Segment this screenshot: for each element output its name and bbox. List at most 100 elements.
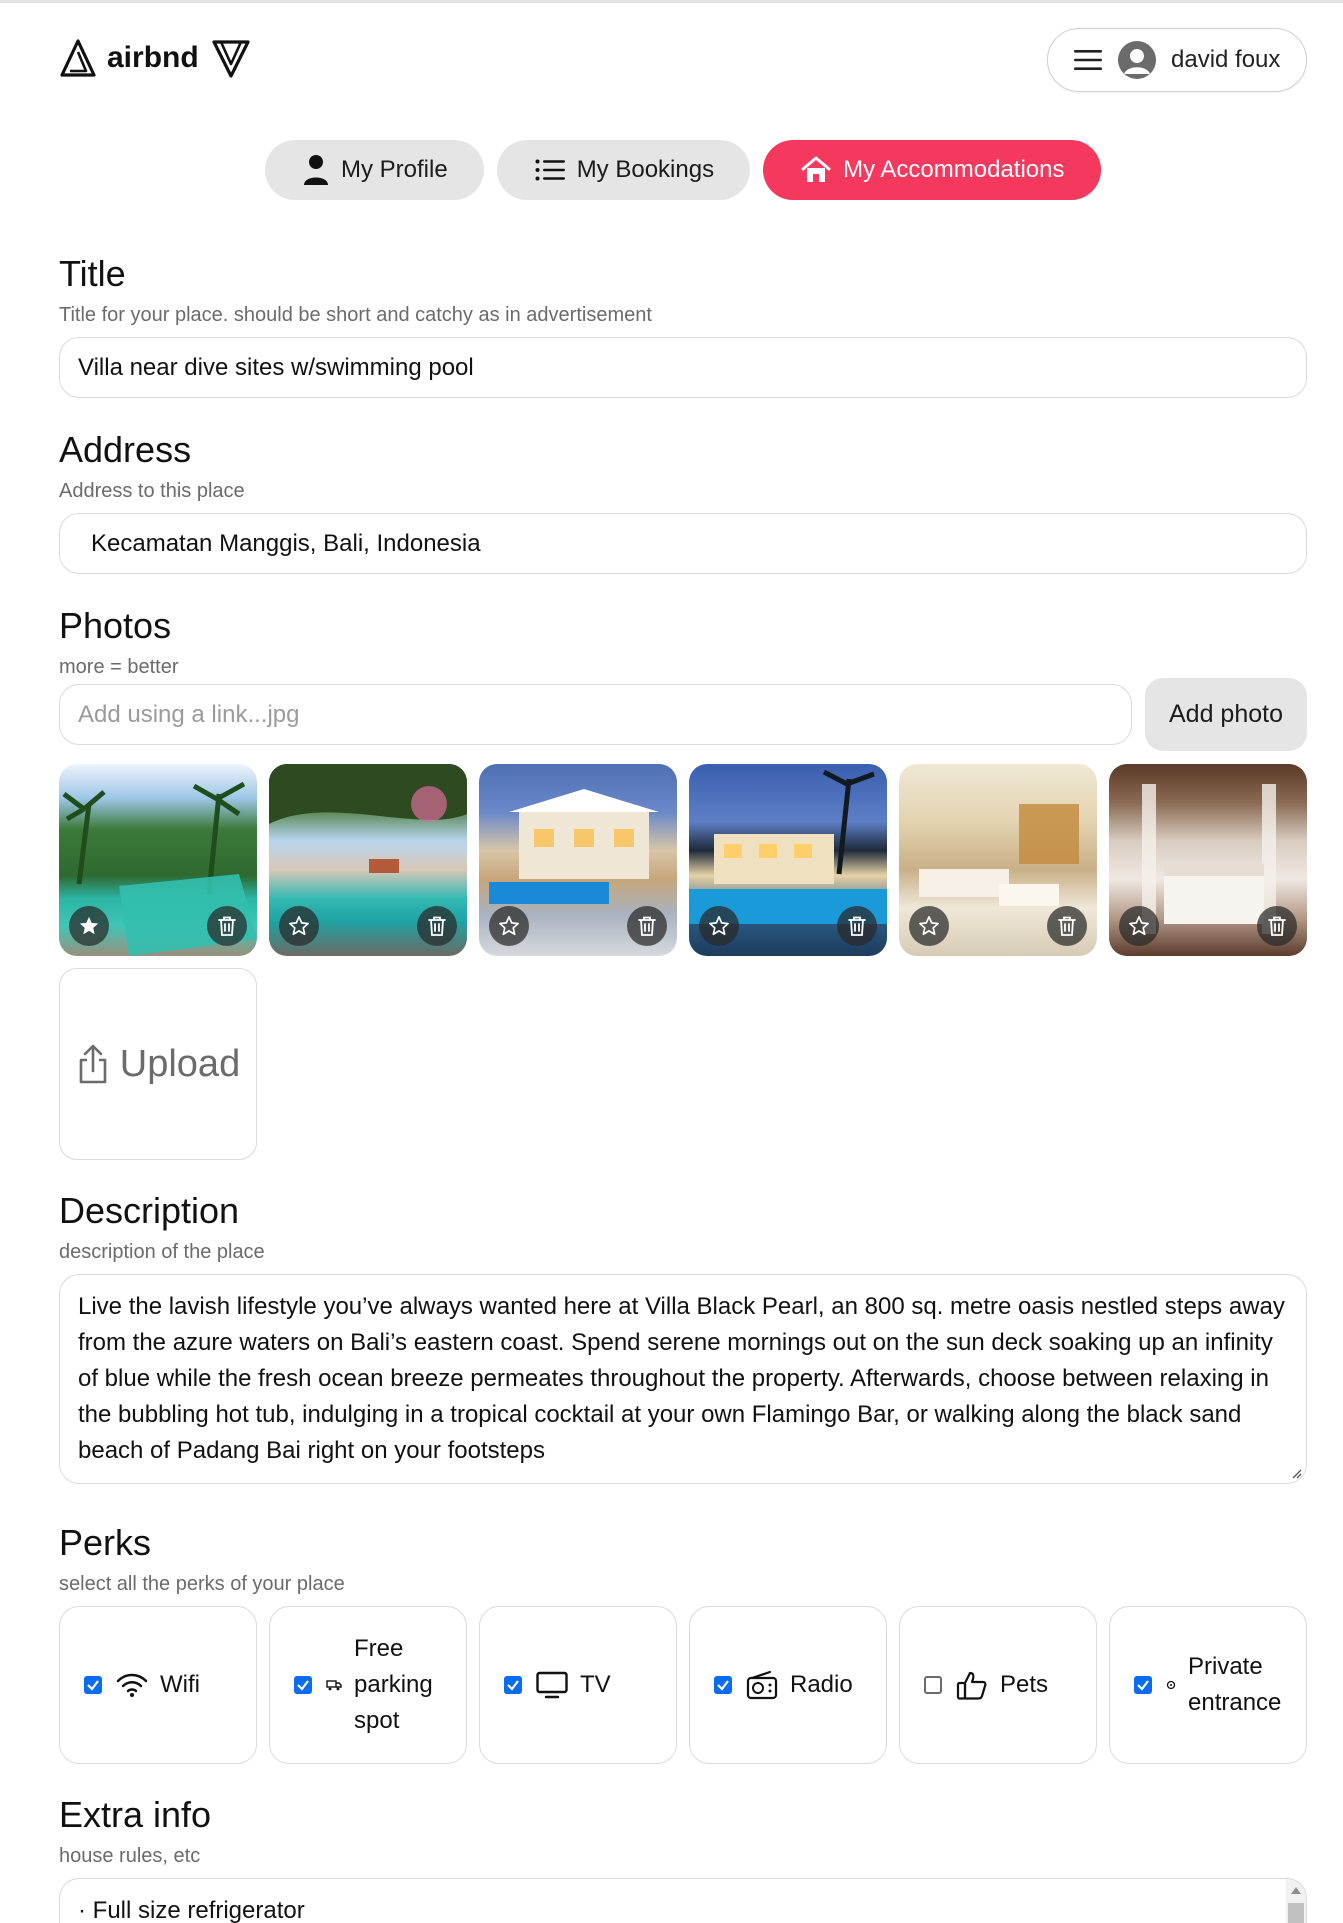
perk-label: Wifi: [160, 1671, 200, 1698]
description-hint: description of the place: [59, 1241, 265, 1263]
perk-tv[interactable]: TV: [479, 1606, 677, 1764]
resize-handle-icon[interactable]: [1290, 1467, 1302, 1479]
address-section: Address Address to this place Kecamatan …: [59, 432, 1307, 574]
set-main-photo-button[interactable]: [1119, 906, 1159, 946]
scrollbar[interactable]: [1286, 1879, 1306, 1923]
photos-heading: Photos: [59, 605, 172, 646]
description-text: Live the lavish lifestyle you’ve always …: [78, 1293, 1285, 1464]
photo-item[interactable]: [59, 764, 257, 956]
truck-icon: [326, 1679, 342, 1691]
photo-item[interactable]: [899, 764, 1097, 956]
perk-private-entrance[interactable]: Private entrance: [1109, 1606, 1307, 1764]
trash-icon: [638, 916, 656, 936]
star-icon: [499, 916, 519, 936]
photo-item[interactable]: [479, 764, 677, 956]
brand-name: airbnd: [107, 41, 199, 74]
tab-my-profile[interactable]: My Profile: [265, 140, 484, 200]
perk-checkbox[interactable]: [294, 1676, 312, 1694]
perk-label: Private entrance: [1188, 1653, 1282, 1716]
delete-photo-button[interactable]: [837, 906, 877, 946]
perk-checkbox[interactable]: [1134, 1676, 1152, 1694]
delete-photo-button[interactable]: [1047, 906, 1087, 946]
perk-parking[interactable]: Free parking spot: [269, 1606, 467, 1764]
upload-button[interactable]: Upload: [59, 968, 257, 1160]
radio-icon: [746, 1670, 778, 1700]
set-main-photo-button[interactable]: [909, 906, 949, 946]
perk-checkbox[interactable]: [714, 1676, 732, 1694]
description-textarea[interactable]: Live the lavish lifestyle you’ve always …: [59, 1274, 1307, 1484]
perks-list: Wifi Free parking spot TV Radio Pets Pri: [59, 1606, 1307, 1764]
delete-photo-button[interactable]: [1257, 906, 1297, 946]
address-heading: Address: [59, 429, 192, 470]
perk-wifi[interactable]: Wifi: [59, 1606, 257, 1764]
photo-item[interactable]: [1109, 764, 1307, 956]
title-heading: Title: [59, 253, 126, 294]
photos-hint: more = better: [59, 656, 179, 678]
scroll-up-arrow-icon[interactable]: [1291, 1887, 1301, 1894]
trash-icon: [1058, 916, 1076, 936]
delete-photo-button[interactable]: [417, 906, 457, 946]
perk-checkbox[interactable]: [504, 1676, 522, 1694]
title-section: Title Title for your place. should be sh…: [59, 256, 1307, 398]
perks-section: Perks select all the perks of your place: [59, 1525, 1307, 1596]
trash-icon: [428, 916, 446, 936]
tab-my-accommodations[interactable]: My Accommodations: [763, 140, 1101, 200]
description-section: Description description of the place Liv…: [59, 1193, 1307, 1484]
perk-checkbox[interactable]: [84, 1676, 102, 1694]
perks-hint: select all the perks of your place: [59, 1573, 345, 1595]
perks-heading: Perks: [59, 1522, 152, 1563]
perk-checkbox[interactable]: [924, 1676, 942, 1694]
logo-icon: [60, 39, 96, 77]
address-hint: Address to this place: [59, 480, 245, 502]
tab-my-bookings[interactable]: My Bookings: [496, 140, 751, 200]
set-main-photo-button[interactable]: [699, 906, 739, 946]
perk-label: Radio: [790, 1671, 853, 1698]
photo-link-input[interactable]: Add using a link...jpg: [59, 684, 1132, 745]
user-icon: [1124, 49, 1150, 74]
tv-icon: [536, 1671, 568, 1699]
upload-label: Upload: [119, 1042, 241, 1085]
perk-label: Pets: [1000, 1671, 1049, 1698]
upload-icon: [79, 1044, 107, 1084]
photo-item[interactable]: [689, 764, 887, 956]
user-name: david foux: [1171, 46, 1281, 73]
set-main-photo-button[interactable]: [69, 906, 109, 946]
header: airbnd david foux: [59, 28, 1307, 92]
photo-link-row: Add using a link...jpg Add photo: [59, 678, 1307, 751]
perk-radio[interactable]: Radio: [689, 1606, 887, 1764]
address-input[interactable]: Kecamatan Manggis, Bali, Indonesia: [59, 513, 1307, 574]
tab-label: My Bookings: [576, 156, 715, 183]
photo-item[interactable]: [269, 764, 467, 956]
perk-label: Free parking spot: [354, 1635, 433, 1734]
scroll-thumb[interactable]: [1288, 1903, 1304, 1923]
extra-info-text: · Full size refrigerator: [78, 1897, 305, 1923]
logo[interactable]: airbnd: [59, 38, 251, 78]
extra-info-textarea[interactable]: · Full size refrigerator: [59, 1878, 1307, 1923]
title-input[interactable]: Villa near dive sites w/swimming pool: [59, 337, 1307, 398]
star-icon: [289, 916, 309, 936]
trash-icon: [1268, 916, 1286, 936]
delete-photo-button[interactable]: [207, 906, 247, 946]
trash-icon: [848, 916, 866, 936]
delete-photo-button[interactable]: [627, 906, 667, 946]
perk-pets[interactable]: Pets: [899, 1606, 1097, 1764]
window-top-border: [0, 0, 1343, 3]
photos-section: Photos more = better: [59, 608, 1307, 679]
star-filled-icon: [79, 916, 99, 935]
title-hint: Title for your place. should be short an…: [59, 304, 652, 326]
tab-label: My Accommodations: [843, 156, 1065, 183]
hamburger-icon: [1074, 50, 1102, 70]
wifi-icon: [116, 1672, 148, 1698]
add-photo-button[interactable]: Add photo: [1145, 678, 1307, 751]
star-icon: [1129, 916, 1149, 936]
user-menu-button[interactable]: david foux: [1047, 28, 1307, 92]
set-main-photo-button[interactable]: [279, 906, 319, 946]
extra-info-hint: house rules, etc: [59, 1845, 201, 1867]
perk-label: TV: [580, 1671, 611, 1698]
key-icon: [1166, 1680, 1176, 1690]
user-icon: [303, 154, 329, 186]
tab-label: My Profile: [341, 156, 448, 183]
logo-mark-icon: [212, 40, 250, 78]
set-main-photo-button[interactable]: [489, 906, 529, 946]
avatar: [1118, 41, 1156, 79]
